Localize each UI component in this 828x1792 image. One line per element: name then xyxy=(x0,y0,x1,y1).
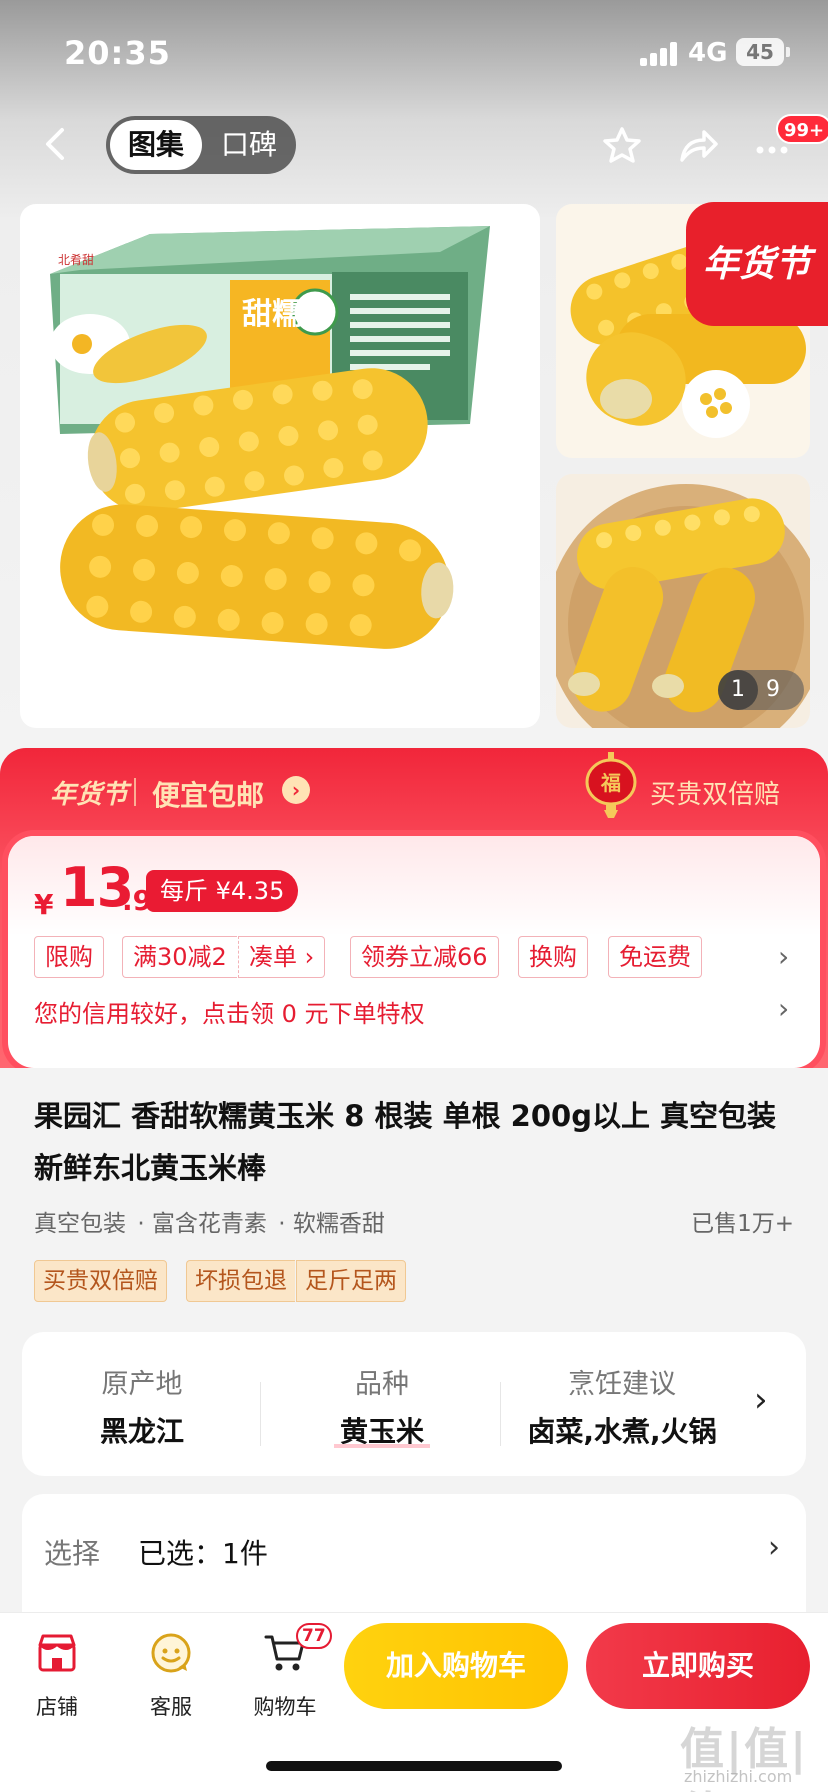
guarantee-tag-damage[interactable]: 坏损包退 xyxy=(186,1260,295,1302)
status-time: 20:35 xyxy=(64,34,171,72)
buy-now-button[interactable]: 立即购买 xyxy=(586,1623,810,1709)
attr-divider xyxy=(500,1382,501,1446)
service-label: 客服 xyxy=(150,1695,192,1719)
selector-chevron-icon[interactable]: › xyxy=(768,1530,780,1565)
box-title: 甜糯 xyxy=(242,297,302,332)
cart-button[interactable]: 77 购物车 xyxy=(240,1623,332,1731)
cart-label: 购物车 xyxy=(253,1695,317,1719)
promo-guarantee: 买贵双倍赔 xyxy=(650,780,781,810)
tag-add-on[interactable]: 凑单 › xyxy=(238,936,326,978)
tab-reviews[interactable]: 口碑 xyxy=(206,120,292,170)
lantern-fu-icon: 福 xyxy=(584,752,638,818)
tag-free-shipping[interactable]: 免运费 xyxy=(608,936,702,978)
product-title: 果园汇 香甜软糯黄玉米 8 根装 单根 200g以上 真空包装新鲜东北黄玉米棒 xyxy=(34,1099,777,1185)
status-bar: 20:35 4G 45 xyxy=(0,0,828,100)
main-product-image[interactable]: 北肴甜 甜糯 xyxy=(20,204,540,728)
tab-gallery[interactable]: 图集 xyxy=(110,120,202,170)
home-indicator[interactable] xyxy=(266,1761,562,1771)
image-counter: 1 9 xyxy=(718,670,804,710)
promo-subtitle: 便宜包邮 xyxy=(152,779,265,812)
attr-cooking: 烹饪建议 卤菜,水煮,火锅 xyxy=(502,1332,742,1476)
attributes-chevron-icon[interactable]: › xyxy=(754,1380,768,1420)
attr-label: 原产地 xyxy=(101,1369,183,1400)
feature-item: · 软糯香甜 xyxy=(278,1211,385,1237)
guarantee-tag-weight[interactable]: 足斤足两 xyxy=(296,1260,406,1302)
shop-button[interactable]: 店铺 xyxy=(12,1631,102,1731)
signal-icon xyxy=(640,42,680,66)
promo-divider xyxy=(134,778,136,806)
coupon-tag-row[interactable]: 限购 满30减2 凑单 › 领券立减66 换购 免运费 xyxy=(34,936,804,982)
promo-event-label: 年货节 xyxy=(50,780,129,810)
star-icon[interactable] xyxy=(600,124,644,168)
bottom-action-bar: 店铺 客服 77 购物车 加入购物车 立即购买 值|值|值 zhizhizhi.… xyxy=(0,1612,828,1792)
gallery-review-switch: 图集 口碑 xyxy=(106,116,296,174)
tag-purchase-limit[interactable]: 限购 xyxy=(34,936,104,978)
price-currency: ¥ xyxy=(34,888,54,921)
coupon-chevron-icon[interactable]: › xyxy=(778,940,789,973)
tag-coupon[interactable]: 领券立减66 xyxy=(350,936,499,978)
attr-variety: 品种 黄玉米 xyxy=(262,1332,502,1476)
back-icon[interactable] xyxy=(36,124,76,164)
promo-arrow-icon: › xyxy=(282,776,310,804)
attributes-card[interactable]: 原产地 黑龙江 品种 黄玉米 烹饪建议 卤菜,水煮,火锅 › xyxy=(22,1332,806,1476)
attr-value: 黑龙江 xyxy=(99,1415,184,1448)
sku-selector[interactable]: 选择 已选：1件 › xyxy=(22,1494,806,1624)
svg-text:北肴甜: 北肴甜 xyxy=(58,253,94,267)
price-card: ¥ 13 .9 每斤 ¥4.35 限购 满30减2 凑单 › 领券立减66 换购… xyxy=(8,836,820,1068)
share-icon[interactable] xyxy=(676,124,720,168)
battery-tip xyxy=(786,47,790,57)
add-to-cart-button[interactable]: 加入购物车 xyxy=(344,1623,568,1709)
nianhuo-corner-badge: 年货节 xyxy=(686,202,828,326)
tag-exchange[interactable]: 换购 xyxy=(518,936,588,978)
selector-value: 已选：1件 xyxy=(138,1537,268,1570)
attr-label: 品种 xyxy=(355,1369,409,1400)
image-counter-current: 1 xyxy=(718,670,758,710)
shop-icon xyxy=(35,1631,79,1675)
fu-text: 福 xyxy=(600,771,621,795)
attr-value: 卤菜,水煮,火锅 xyxy=(527,1415,717,1448)
credit-privilege-text[interactable]: 您的信用较好，点击领 0 元下单特权 xyxy=(34,994,425,1029)
credit-chevron-icon[interactable]: › xyxy=(778,992,789,1025)
attr-highlight xyxy=(334,1444,430,1448)
selector-label: 选择 xyxy=(44,1537,101,1570)
product-info: 果园汇 香甜软糯黄玉米 8 根装 单根 200g以上 真空包装新鲜东北黄玉米棒 … xyxy=(0,1068,828,1318)
attr-label: 烹饪建议 xyxy=(568,1369,676,1400)
feature-list: 真空包装 · 富含花青素 · 软糯香甜 xyxy=(34,1204,389,1238)
watermark-url: zhizhizhi.com xyxy=(684,1767,793,1786)
battery-icon: 45 xyxy=(736,38,784,66)
customer-service-icon xyxy=(149,1631,193,1675)
top-nav: 图集 口碑 xyxy=(0,110,828,180)
sold-count: 已售1万+ xyxy=(691,1211,794,1237)
image-counter-total: 9 xyxy=(766,677,780,702)
unit-price-badge: 每斤 ¥4.35 xyxy=(146,870,299,912)
network-type: 4G xyxy=(688,38,728,68)
attr-divider xyxy=(260,1382,261,1446)
attr-origin: 原产地 黑龙江 xyxy=(22,1332,262,1476)
guarantee-tag-price[interactable]: 买贵双倍赔 xyxy=(34,1260,167,1302)
feature-item: 真空包装 xyxy=(34,1211,126,1237)
feature-item: · 富含花青素 xyxy=(137,1211,267,1237)
tag-discount[interactable]: 满30减2 xyxy=(122,936,237,978)
cart-count-badge: 77 xyxy=(296,1623,332,1649)
service-button[interactable]: 客服 xyxy=(126,1631,216,1731)
message-count-badge: 99+ xyxy=(776,114,828,144)
shop-label: 店铺 xyxy=(36,1695,78,1719)
